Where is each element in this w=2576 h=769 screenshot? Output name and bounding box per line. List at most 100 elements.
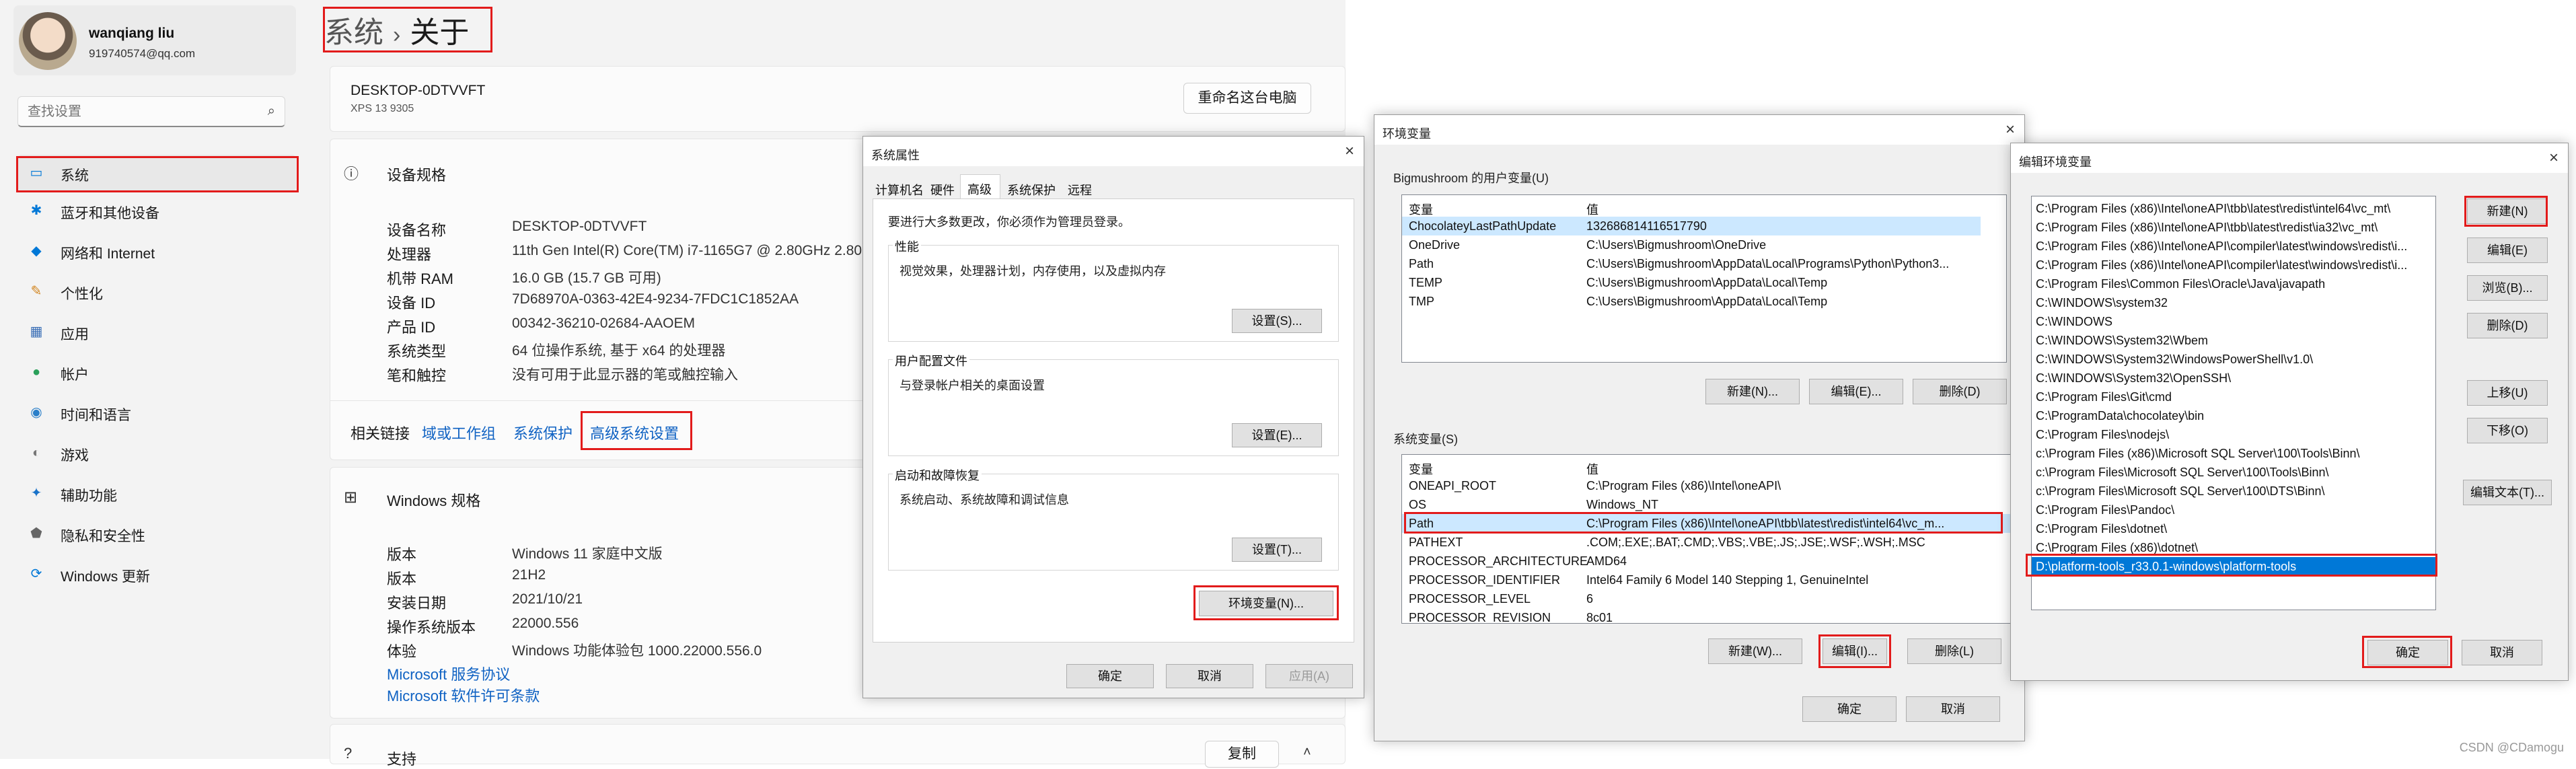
user-profiles-group: 用户配置文件 与登录帐户相关的桌面设置 设置(E)... bbox=[888, 359, 1339, 456]
table-row[interactable]: ChocolateyLastPathUpdate 132686814116517… bbox=[1402, 217, 1981, 235]
link-advanced-system-settings[interactable]: 高级系统设置 bbox=[590, 422, 679, 443]
cancel-button[interactable]: 取消 bbox=[1906, 696, 2000, 722]
table-row[interactable]: ONEAPI_ROOT C:\Program Files (x86)\Intel… bbox=[1402, 476, 2028, 495]
sidebar-item-accessibility[interactable]: ✦ 辅助功能 bbox=[17, 475, 296, 511]
breadcrumb-parent[interactable]: 系统 bbox=[324, 16, 383, 49]
list-item-selected[interactable]: D:\platform-tools_r33.0.1-windows\platfo… bbox=[2032, 557, 2435, 576]
list-item[interactable]: C:\WINDOWS\System32\OpenSSH\ bbox=[2032, 369, 2435, 388]
ok-button[interactable]: 确定 bbox=[2367, 640, 2448, 665]
profile-card[interactable]: wanqiang liu 919740574@qq.com bbox=[13, 5, 296, 75]
sidebar-item-privacy[interactable]: ⬟ 隐私和安全性 bbox=[17, 515, 296, 552]
list-item[interactable]: C:\WINDOWS\System32\Wbem bbox=[2032, 331, 2435, 350]
cancel-button[interactable]: 取消 bbox=[2462, 640, 2542, 665]
spec-label: 版本 bbox=[387, 543, 416, 564]
list-item[interactable]: C:\Program Files (x86)\Intel\oneAPI\comp… bbox=[2032, 256, 2435, 274]
edit-text-button[interactable]: 编辑文本(T)... bbox=[2463, 480, 2552, 505]
sidebar-item-personalization[interactable]: ✎ 个性化 bbox=[17, 273, 296, 309]
list-item[interactable]: C:\WINDOWS\system32 bbox=[2032, 293, 2435, 312]
list-item[interactable]: C:\Program Files\Pandoc\ bbox=[2032, 501, 2435, 519]
tab-advanced[interactable]: 高级 bbox=[960, 174, 1000, 198]
cancel-button[interactable]: 取消 bbox=[1166, 664, 1253, 688]
list-item[interactable]: C:\Program Files\dotnet\ bbox=[2032, 519, 2435, 538]
tab-hardware[interactable]: 硬件 bbox=[925, 177, 960, 198]
user-variables-list[interactable]: 变量 值 ChocolateyLastPathUpdate 1326868141… bbox=[1401, 194, 2007, 363]
list-item[interactable]: C:\Program Files (x86)\Intel\oneAPI\tbb\… bbox=[2032, 218, 2435, 237]
rename-pc-button[interactable]: 重命名这台电脑 bbox=[1183, 83, 1311, 114]
system-edit-button[interactable]: 编辑(I)... bbox=[1823, 638, 1887, 664]
link-system-protection[interactable]: 系统保护 bbox=[513, 422, 573, 443]
dialog-titlebar: 编辑环境变量 × bbox=[2011, 143, 2568, 173]
search-input[interactable] bbox=[28, 103, 250, 120]
sidebar-item-bluetooth[interactable]: ✱ 蓝牙和其他设备 bbox=[17, 192, 296, 229]
list-item[interactable]: C:\Program Files (x86)\Intel\oneAPI\comp… bbox=[2032, 237, 2435, 256]
table-row[interactable]: OneDrive C:\Users\Bigmushroom\OneDrive bbox=[1402, 235, 2006, 254]
sidebar-item-accounts[interactable]: ● 帐户 bbox=[17, 354, 296, 390]
list-item[interactable]: c:\Program Files (x86)\Microsoft SQL Ser… bbox=[2032, 444, 2435, 463]
tab-system-protection[interactable]: 系统保护 bbox=[1002, 177, 1062, 198]
tab-remote[interactable]: 远程 bbox=[1062, 177, 1103, 198]
close-icon[interactable]: × bbox=[2549, 149, 2559, 168]
profile-settings-button[interactable]: 设置(E)... bbox=[1232, 423, 1322, 447]
chevron-up-icon[interactable]: ˄ bbox=[1303, 745, 1311, 760]
table-row[interactable]: PROCESSOR_LEVEL 6 bbox=[1402, 589, 2028, 608]
list-item[interactable]: c:\Program Files\Microsoft SQL Server\10… bbox=[2032, 463, 2435, 482]
list-item[interactable]: C:\Program Files\Git\cmd bbox=[2032, 388, 2435, 406]
related-links-label: 相关链接 bbox=[351, 422, 410, 443]
sidebar-item-apps[interactable]: ▦ 应用 bbox=[17, 314, 296, 350]
move-down-button[interactable]: 下移(O) bbox=[2467, 418, 2548, 443]
link-domain-workgroup[interactable]: 域或工作组 bbox=[422, 422, 496, 443]
move-up-button[interactable]: 上移(U) bbox=[2467, 380, 2548, 406]
list-item[interactable]: C:\WINDOWS bbox=[2032, 312, 2435, 331]
close-icon[interactable]: × bbox=[2005, 120, 2015, 139]
copy-button[interactable]: 复制 bbox=[1205, 741, 1279, 768]
table-row[interactable]: OS Windows_NT bbox=[1402, 495, 2028, 514]
tab-computer-name[interactable]: 计算机名 bbox=[873, 177, 925, 198]
search-icon[interactable]: ⌕ bbox=[268, 104, 275, 119]
environment-variables-button[interactable]: 环境变量(N)... bbox=[1199, 591, 1333, 616]
sidebar-item-system[interactable]: ▭ 系统 bbox=[17, 155, 296, 191]
list-item[interactable]: C:\WINDOWS\System32\WindowsPowerShell\v1… bbox=[2032, 350, 2435, 369]
list-item[interactable]: C:\Program Files (x86)\Intel\oneAPI\tbb\… bbox=[2032, 199, 2435, 218]
system-delete-button[interactable]: 删除(L) bbox=[1907, 638, 2001, 664]
ok-button[interactable]: 确定 bbox=[1066, 664, 1154, 688]
user-delete-button[interactable]: 删除(D) bbox=[1913, 379, 2007, 404]
list-item[interactable]: C:\ProgramData\chocolatey\bin bbox=[2032, 406, 2435, 425]
user-new-button[interactable]: 新建(N)... bbox=[1705, 379, 1800, 404]
list-item[interactable]: C:\Program Files\Common Files\Oracle\Jav… bbox=[2032, 274, 2435, 293]
table-row[interactable]: TEMP C:\Users\Bigmushroom\AppData\Local\… bbox=[1402, 273, 2006, 292]
table-row[interactable]: TMP C:\Users\Bigmushroom\AppData\Local\T… bbox=[1402, 292, 2006, 311]
sidebar-item-network[interactable]: ◆ 网络和 Internet bbox=[17, 233, 296, 269]
ok-button[interactable]: 确定 bbox=[1802, 696, 1897, 722]
table-row[interactable]: PATHEXT .COM;.EXE;.BAT;.CMD;.VBS;.VBE;.J… bbox=[1402, 533, 2028, 552]
delete-button[interactable]: 删除(D) bbox=[2467, 313, 2548, 338]
browse-button[interactable]: 浏览(B)... bbox=[2467, 275, 2548, 301]
link-service-agreement[interactable]: Microsoft 服务协议 bbox=[387, 663, 510, 684]
table-row[interactable]: PROCESSOR_ARCHITECTURE AMD64 bbox=[1402, 552, 2028, 571]
performance-settings-button[interactable]: 设置(S)... bbox=[1232, 309, 1322, 333]
system-new-button[interactable]: 新建(W)... bbox=[1708, 638, 1802, 664]
table-row[interactable]: PROCESSOR_IDENTIFIER Intel64 Family 6 Mo… bbox=[1402, 571, 2028, 589]
table-row[interactable]: PROCESSOR_REVISION 8c01 bbox=[1402, 608, 2028, 624]
person-icon: ● bbox=[28, 364, 44, 380]
list-item[interactable]: C:\Program Files (x86)\dotnet\ bbox=[2032, 538, 2435, 557]
list-item[interactable]: c:\Program Files\Microsoft SQL Server\10… bbox=[2032, 482, 2435, 501]
spec-value: Windows 11 家庭中文版 bbox=[512, 543, 663, 563]
sidebar-item-gaming[interactable]: ◐ 游戏 bbox=[17, 435, 296, 471]
system-variables-list[interactable]: 变量 值 ONEAPI_ROOT C:\Program Files (x86)\… bbox=[1401, 454, 2028, 624]
table-row[interactable]: Path C:\Users\Bigmushroom\AppData\Local\… bbox=[1402, 254, 2006, 273]
sidebar-item-time-language[interactable]: ◉ 时间和语言 bbox=[17, 394, 296, 431]
user-edit-button[interactable]: 编辑(E)... bbox=[1809, 379, 1903, 404]
link-license-terms[interactable]: Microsoft 软件许可条款 bbox=[387, 684, 540, 706]
table-row-path[interactable]: Path C:\Program Files (x86)\Intel\oneAPI… bbox=[1402, 514, 2028, 533]
new-button[interactable]: 新建(N) bbox=[2467, 198, 2548, 224]
sidebar-item-windows-update[interactable]: ⟳ Windows 更新 bbox=[17, 556, 296, 592]
startup-recovery-group: 启动和故障恢复 系统启动、系统故障和调试信息 设置(T)... bbox=[888, 474, 1339, 571]
wifi-icon: ◆ bbox=[28, 243, 44, 259]
sidebar-item-label: 网络和 Internet bbox=[61, 243, 155, 263]
list-item[interactable]: C:\Program Files\nodejs\ bbox=[2032, 425, 2435, 444]
apply-button[interactable]: 应用(A) bbox=[1265, 664, 1353, 688]
startup-settings-button[interactable]: 设置(T)... bbox=[1232, 538, 1322, 562]
edit-button[interactable]: 编辑(E) bbox=[2467, 237, 2548, 263]
close-icon[interactable]: × bbox=[1345, 142, 1354, 161]
path-entries-list[interactable]: C:\Program Files (x86)\Intel\oneAPI\tbb\… bbox=[2031, 196, 2436, 610]
